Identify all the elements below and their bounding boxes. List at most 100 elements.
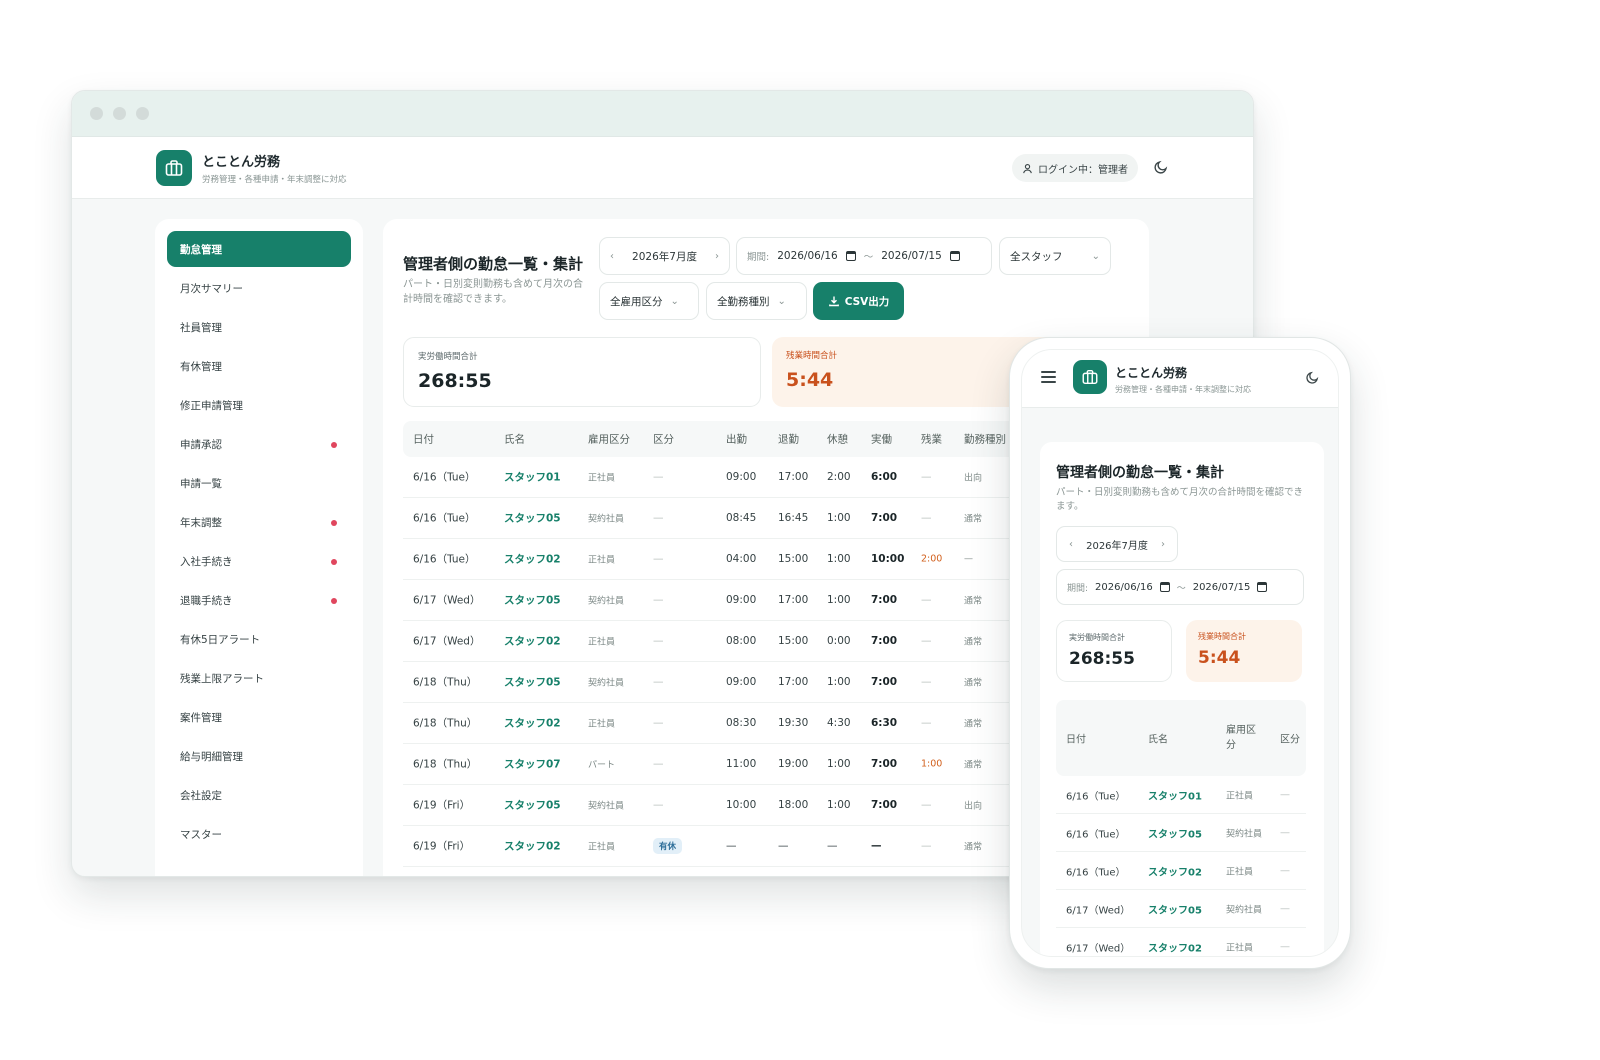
break-cell: 1:00 <box>827 553 851 565</box>
name-cell[interactable]: スタッフ02 <box>504 552 561 567</box>
sidebar-item[interactable]: 月次サマリー <box>167 270 351 306</box>
prev-month-chevron-icon[interactable]: ‹ <box>610 251 614 262</box>
column-header[interactable]: 実働 <box>871 432 892 447</box>
employment-cell: パート <box>588 760 616 771</box>
sidebar-item[interactable]: 会社設定 <box>167 777 351 813</box>
name-cell[interactable]: スタッフ02 <box>504 716 561 731</box>
name-cell[interactable]: スタッフ02 <box>504 634 561 649</box>
name-cell[interactable]: スタッフ02 <box>1148 939 1202 954</box>
name-cell[interactable]: スタッフ05 <box>504 798 561 813</box>
calendar-icon[interactable] <box>949 251 960 261</box>
column-header[interactable]: 雇用区分 <box>588 432 630 447</box>
window-close-dot[interactable] <box>90 107 103 120</box>
sidebar-item[interactable]: 入社手続き <box>167 543 351 579</box>
column-header[interactable]: 退勤 <box>778 432 799 447</box>
prev-month-chevron-icon[interactable]: ‹ <box>1069 539 1073 550</box>
name-cell[interactable]: スタッフ05 <box>1148 901 1202 916</box>
calendar-icon[interactable] <box>1159 582 1170 592</box>
staff-filter-select[interactable]: 全スタッフ ⌄ <box>999 237 1111 275</box>
date-cell: 6/17（Wed） <box>413 635 481 648</box>
column-header[interactable]: 出勤 <box>726 432 747 447</box>
name-cell[interactable]: スタッフ05 <box>504 675 561 690</box>
overtime-cell: — <box>921 717 932 729</box>
month-selector[interactable]: ‹ 2026年7月度 › <box>599 237 730 275</box>
worktype-filter-select[interactable]: 全勤務種別 ⌄ <box>706 282 807 320</box>
employment-cell: 正社員 <box>1226 791 1254 801</box>
name-cell[interactable]: スタッフ01 <box>504 470 561 485</box>
period-end-input[interactable]: 2026/07/15 <box>881 250 942 262</box>
dark-mode-moon-icon[interactable] <box>1305 370 1320 385</box>
column-header[interactable]: 区分 <box>653 432 674 447</box>
month-selector[interactable]: ‹ 2026年7月度 › <box>1056 526 1178 562</box>
column-header[interactable]: 氏名 <box>504 432 525 447</box>
sidebar-item[interactable]: 給与明細管理 <box>167 738 351 774</box>
employment-filter-select[interactable]: 全雇用区分 ⌄ <box>599 282 699 320</box>
date-cell: 6/19（Fri） <box>413 840 471 853</box>
csv-export-button[interactable]: CSV出力 <box>813 282 904 320</box>
sidebar-item[interactable]: マスター <box>167 816 351 852</box>
column-header[interactable]: 区分 <box>1280 731 1300 746</box>
column-header[interactable]: 日付 <box>413 432 434 447</box>
sidebar-item[interactable]: 年末調整 <box>167 504 351 540</box>
column-header[interactable]: 勤務種別 <box>964 432 1006 447</box>
sidebar-item[interactable]: 残業上限アラート <box>167 660 351 696</box>
table-row[interactable]: 6/16（Tue） スタッフ02 正社員 — <box>1056 852 1306 890</box>
table-row[interactable]: 6/16（Tue） スタッフ01 正社員 — <box>1056 776 1306 814</box>
name-cell[interactable]: スタッフ05 <box>504 593 561 608</box>
sidebar-item[interactable]: 退職手続き <box>167 582 351 618</box>
sidebar-item[interactable]: 修正申請管理 <box>167 387 351 423</box>
sidebar-item[interactable]: 案件管理 <box>167 699 351 735</box>
column-header[interactable]: 雇用区分 <box>1226 723 1264 753</box>
dark-mode-moon-icon[interactable] <box>1153 159 1169 175</box>
overtime-hours-card: 残業時間合計 5:44 <box>1186 620 1302 682</box>
sidebar-item[interactable]: 有休5日アラート <box>167 621 351 657</box>
alert-dot <box>331 559 337 565</box>
period-start-input[interactable]: 2026/06/16 <box>1095 582 1153 593</box>
category-cell: — <box>653 471 664 483</box>
category-cell: — <box>1280 789 1290 800</box>
period-start-input[interactable]: 2026/06/16 <box>777 250 838 262</box>
work-type-cell: 通常 <box>964 514 983 525</box>
period-end-input[interactable]: 2026/07/15 <box>1193 582 1251 593</box>
sidebar-item[interactable]: 申請承認 <box>167 426 351 462</box>
window-minimize-dot[interactable] <box>113 107 126 120</box>
briefcase-logo-icon[interactable] <box>156 149 192 186</box>
sidebar-item[interactable]: 申請一覧 <box>167 465 351 501</box>
name-cell[interactable]: スタッフ05 <box>504 511 561 526</box>
window-maximize-dot[interactable] <box>136 107 149 120</box>
clock-in-cell: 08:45 <box>726 512 757 524</box>
name-cell[interactable]: スタッフ05 <box>1148 825 1202 840</box>
next-month-chevron-icon[interactable]: › <box>715 251 719 262</box>
next-month-chevron-icon[interactable]: › <box>1161 539 1165 550</box>
sidebar-item[interactable]: 勤怠管理 <box>167 231 351 267</box>
name-cell[interactable]: スタッフ07 <box>504 757 561 772</box>
table-row[interactable]: 6/17（Wed） スタッフ05 契約社員 — <box>1056 890 1306 928</box>
work-type-cell: 通常 <box>964 678 983 689</box>
break-cell: 1:00 <box>827 512 851 524</box>
table-row[interactable]: 6/17（Wed） スタッフ02 正社員 — <box>1056 928 1306 956</box>
column-header[interactable]: 残業 <box>921 432 942 447</box>
employment-cell: 契約社員 <box>588 801 625 812</box>
calendar-icon[interactable] <box>1257 582 1268 592</box>
sidebar-item[interactable]: 社員管理 <box>167 309 351 345</box>
name-cell[interactable]: スタッフ02 <box>504 839 561 854</box>
column-header[interactable]: 氏名 <box>1148 731 1168 746</box>
sidebar-item[interactable]: 有休管理 <box>167 348 351 384</box>
column-header[interactable]: 日付 <box>1066 731 1086 746</box>
hamburger-menu-icon[interactable] <box>1041 371 1056 383</box>
period-range-field[interactable]: 期間: 2026/06/16 〜 2026/07/15 <box>736 237 992 275</box>
mobile-brand: とことん労務 労務管理・各種申請・年末調整に対応 <box>1115 364 1251 395</box>
employment-cell: 契約社員 <box>1226 829 1263 839</box>
column-header[interactable]: 休憩 <box>827 432 848 447</box>
name-cell[interactable]: スタッフ02 <box>1148 863 1202 878</box>
name-cell[interactable]: スタッフ01 <box>1148 787 1202 802</box>
clock-out-cell: 19:30 <box>778 717 809 729</box>
month-label: 2026年7月度 <box>1086 540 1148 552</box>
period-range-field[interactable]: 期間: 2026/06/16 〜 2026/07/15 <box>1056 569 1304 605</box>
category-cell: — <box>653 799 664 811</box>
table-row[interactable]: 6/16（Tue） スタッフ05 契約社員 — <box>1056 814 1306 852</box>
briefcase-logo-icon[interactable] <box>1073 360 1107 394</box>
user-status-pill[interactable]: ログイン中：管理者 <box>1012 154 1138 182</box>
category-cell: — <box>653 717 664 729</box>
calendar-icon[interactable] <box>845 251 856 261</box>
